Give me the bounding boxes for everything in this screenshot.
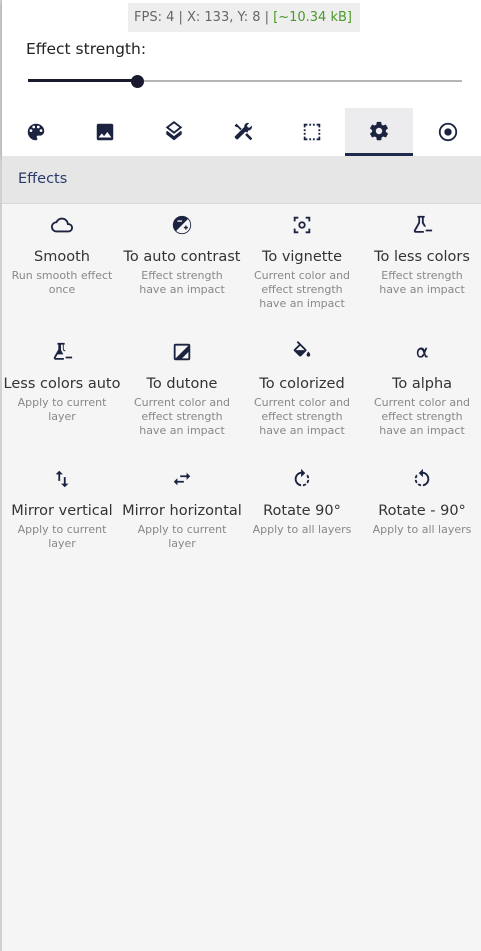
tab-target[interactable] bbox=[414, 108, 481, 156]
effect-description: Current color and effect strength have a… bbox=[133, 396, 231, 437]
tools-icon bbox=[234, 122, 253, 141]
effect-title: To less colors bbox=[374, 249, 470, 265]
effect-less-colors-auto[interactable]: Less colors auto Apply to current layer bbox=[2, 341, 122, 424]
effects-section-header: Effects bbox=[2, 156, 481, 204]
effect-description: Effect strength have an impact bbox=[379, 269, 465, 296]
effect-description: Effect strength have an impact bbox=[139, 269, 225, 296]
effect-description: Apply to current layer bbox=[137, 523, 227, 550]
effect-title: To colorized bbox=[259, 376, 345, 392]
effect-description: Current color and effect strength have a… bbox=[253, 269, 351, 310]
layers-icon bbox=[165, 121, 183, 141]
effect-title: Mirror vertical bbox=[11, 503, 113, 519]
settings-gear-icon bbox=[370, 121, 388, 140]
status-file-size: [~10.34 kB] bbox=[273, 10, 352, 25]
effect-title: Less colors auto bbox=[3, 376, 121, 392]
effect-title: To vignette bbox=[261, 249, 343, 265]
duotone-image-icon bbox=[173, 343, 191, 361]
tab-colors[interactable] bbox=[2, 108, 70, 156]
effect-mirror-vertical[interactable]: Mirror vertical Apply to current layer bbox=[2, 468, 122, 551]
status-readout: FPS: 4 | X: 133, Y: 8 | [~10.34 kB] bbox=[128, 3, 360, 32]
effect-title: Smooth bbox=[34, 249, 90, 265]
rotate-left-icon bbox=[414, 468, 430, 487]
effect-title: To dutone bbox=[146, 376, 218, 392]
selection-icon bbox=[303, 123, 321, 141]
effect-description: Apply to all layers bbox=[252, 523, 352, 536]
slider-fill bbox=[28, 79, 137, 82]
effect-auto-contrast[interactable]: To auto contrast Effect strength have an… bbox=[122, 214, 242, 297]
status-fps-text: FPS: 4 | X: 133, Y: 8 | bbox=[134, 10, 274, 25]
image-icon bbox=[96, 123, 114, 141]
effect-title: To alpha bbox=[391, 376, 453, 392]
effect-title: Rotate - 90° bbox=[378, 503, 466, 519]
effect-dutone[interactable]: To dutone Current color and effect stren… bbox=[122, 341, 242, 438]
effect-description: Run smooth effect once bbox=[11, 269, 113, 296]
effect-alpha[interactable]: To alpha Current color and effect streng… bbox=[362, 341, 481, 438]
effect-vignette[interactable]: To vignette Current color and effect str… bbox=[242, 214, 362, 311]
effect-description: Current color and effect strength have a… bbox=[253, 396, 351, 437]
effect-strength-label: Effect strength: bbox=[26, 40, 147, 58]
effect-mirror-horizontal[interactable]: Mirror horizontal Apply to current layer bbox=[122, 468, 242, 551]
vignette-icon bbox=[293, 216, 311, 234]
slider-thumb[interactable] bbox=[130, 75, 144, 88]
tab-tools[interactable] bbox=[209, 108, 277, 156]
tool-tabs bbox=[2, 108, 481, 156]
tab-layers[interactable] bbox=[140, 108, 208, 156]
flask-minus-icon bbox=[413, 215, 433, 233]
effect-colorized[interactable]: To colorized Current color and effect st… bbox=[242, 341, 362, 438]
contrast-icon bbox=[172, 215, 192, 235]
effect-rotate-90[interactable]: Rotate 90° Apply to all layers bbox=[242, 468, 362, 537]
effect-description: Apply to current layer bbox=[17, 396, 107, 423]
palette-icon bbox=[27, 123, 45, 141]
toolbar-panel: FPS: 4 | X: 133, Y: 8 | [~10.34 kB] Effe… bbox=[2, 0, 481, 156]
tab-selection[interactable] bbox=[278, 108, 346, 156]
effect-strength-slider[interactable] bbox=[26, 72, 462, 90]
flask-auto-icon bbox=[53, 342, 73, 360]
alpha-icon bbox=[416, 347, 428, 358]
tab-image[interactable] bbox=[71, 108, 139, 156]
tab-effects[interactable] bbox=[345, 108, 413, 156]
effect-less-colors[interactable]: To less colors Effect strength have an i… bbox=[362, 214, 481, 297]
effect-title: Rotate 90° bbox=[263, 503, 341, 519]
target-icon bbox=[438, 122, 458, 142]
effect-description: Current color and effect strength have a… bbox=[373, 396, 471, 437]
swap-horizontal-icon bbox=[173, 472, 191, 486]
swap-vertical-icon bbox=[55, 470, 69, 488]
effect-title: Mirror horizontal bbox=[122, 503, 242, 519]
cloud-icon bbox=[51, 217, 73, 233]
effect-title: To auto contrast bbox=[123, 249, 241, 265]
paint-bucket-icon bbox=[293, 341, 311, 357]
effect-smooth[interactable]: Smooth Run smooth effect once bbox=[2, 214, 122, 297]
effect-description: Apply to current layer bbox=[17, 523, 107, 550]
rotate-right-icon bbox=[294, 468, 310, 487]
effect-rotate-minus-90[interactable]: Rotate - 90° Apply to all layers bbox=[362, 468, 481, 537]
effect-description: Apply to all layers bbox=[372, 523, 472, 536]
